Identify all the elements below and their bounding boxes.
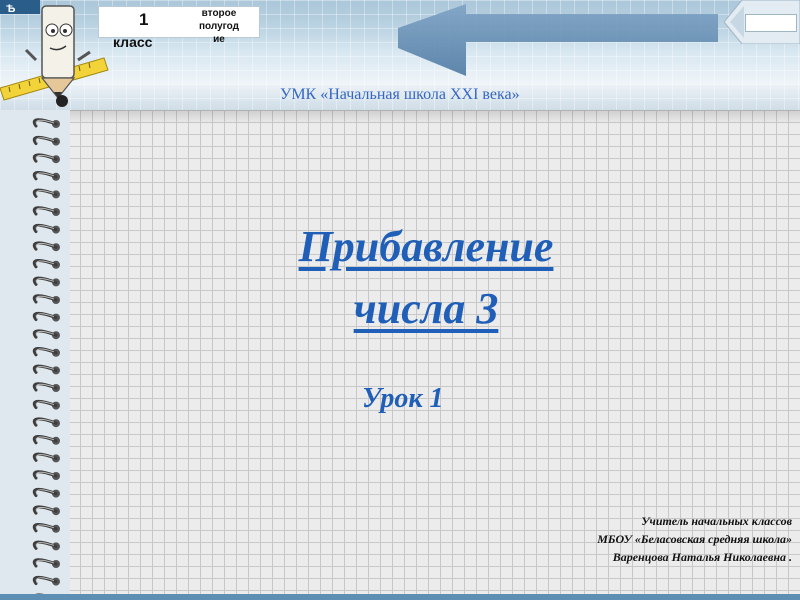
umk-caption: УМК «Начальная школа XXI века» bbox=[280, 86, 520, 103]
class-word: класс bbox=[113, 34, 153, 50]
lesson-number: Урок 1 bbox=[362, 383, 444, 414]
lesson-title: Прибавление числа 3 bbox=[0, 216, 800, 340]
spiral-binding-icon bbox=[0, 110, 70, 600]
teacher-line-1: Учитель начальных классов bbox=[641, 514, 792, 528]
back-arrow-icon[interactable] bbox=[398, 4, 728, 84]
class-number: 1 bbox=[139, 10, 149, 29]
teacher-line-3: Варенцова Наталья Николаевна . bbox=[612, 550, 792, 564]
title-line-1: Прибавление bbox=[298, 222, 554, 271]
home-plate bbox=[745, 14, 797, 32]
svg-text:Ѣ: Ѣ bbox=[6, 3, 16, 15]
semester-label: второе полугод ие bbox=[198, 8, 240, 45]
bottom-bar bbox=[0, 594, 800, 600]
header-band: Ѣ 1 второе полугод ие класс УМК «Начальн… bbox=[0, 0, 800, 110]
title-line-2: числа 3 bbox=[353, 284, 499, 333]
page-shadow bbox=[68, 110, 800, 124]
teacher-line-2: МБОУ «Беласовская средняя школа» bbox=[597, 532, 792, 546]
teacher-info: Учитель начальных классов МБОУ «Беласовс… bbox=[492, 512, 792, 566]
